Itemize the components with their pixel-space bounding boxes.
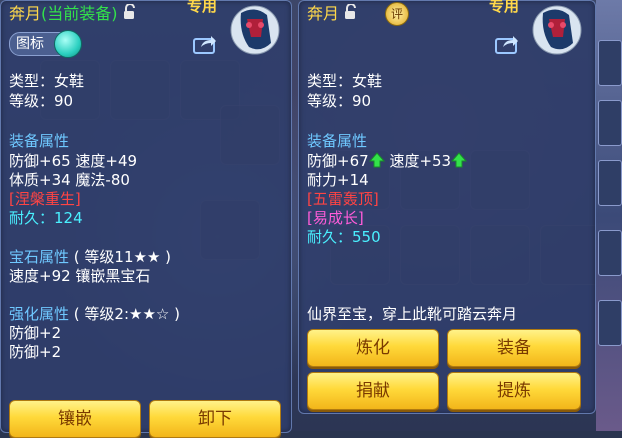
attr-line-1: 防御+65 速度+49 — [9, 152, 138, 170]
inlay-button[interactable]: 镶嵌 — [9, 400, 141, 438]
speed-value: 速度+53 — [389, 152, 452, 170]
extract-button[interactable]: 提炼 — [447, 372, 581, 410]
current-equipped-tag: (当前装备) — [41, 4, 118, 23]
item-level: 等级：90 — [307, 92, 372, 110]
enhance-heading: 强化属性 — [9, 305, 70, 323]
attr-line-2: 耐力+14 — [307, 171, 369, 189]
compare-item-panel: 奔月 评 专用 类型：女鞋 等级：90 装备属性 防御+67 速度+53 耐力+… — [298, 0, 596, 414]
arrow-up-icon — [450, 152, 468, 173]
durability: 耐久：550 — [307, 228, 381, 246]
gem-heading: 宝石属性 — [9, 248, 70, 266]
item-description: 仙界至宝，穿上此靴可踏云奔月 — [307, 305, 518, 323]
item-title: 奔月(当前装备) — [9, 3, 137, 25]
boots-item-icon — [227, 3, 283, 57]
gem-attr-row: 宝石属性 ( 等级11★★ ) — [9, 247, 171, 267]
gem-line: 速度+92 镶嵌黑宝石 — [9, 267, 151, 285]
arrow-up-icon — [368, 152, 385, 173]
durability: 耐久：124 — [9, 209, 83, 227]
refine-button[interactable]: 炼化 — [307, 329, 439, 367]
icon-toggle[interactable]: 图标 — [9, 30, 82, 58]
share-icon[interactable] — [193, 34, 217, 54]
special-effect: [五雷轰顶] — [307, 190, 379, 208]
share-icon[interactable] — [495, 34, 519, 54]
item-level: 等级：90 — [9, 92, 74, 110]
exclusive-label: 专用 — [489, 0, 520, 15]
gem-level: ( 等级11★★ ) — [73, 248, 172, 266]
donate-button[interactable]: 捐献 — [307, 372, 439, 410]
enhance-level: ( 等级2:★★☆ ) — [73, 305, 180, 323]
toggle-knob — [54, 30, 82, 58]
attr-heading: 装备属性 — [307, 132, 368, 150]
enhance-line-1: 防御+2 — [9, 324, 62, 342]
item-title: 奔月 — [307, 3, 358, 25]
enhance-attr-row: 强化属性 ( 等级2:★★☆ ) — [9, 304, 180, 324]
item-type: 类型：女鞋 — [9, 72, 85, 90]
enhance-line-2: 防御+2 — [9, 343, 62, 361]
item-name: 奔月 — [9, 4, 42, 23]
unlocked-icon[interactable] — [123, 3, 137, 25]
attr-heading: 装备属性 — [9, 132, 70, 150]
equip-button[interactable]: 装备 — [447, 329, 581, 367]
item-type: 类型：女鞋 — [307, 72, 383, 90]
equipped-item-panel: 奔月(当前装备) 专用 图标 类型：女鞋 等级：90 装备属性 防御+65 速度… — [0, 0, 292, 438]
appraise-badge: 评 — [385, 2, 409, 26]
item-name: 奔月 — [307, 4, 340, 23]
unlocked-icon[interactable] — [344, 3, 358, 25]
attr-line-2: 体质+34 魔法-80 — [9, 171, 130, 189]
icon-toggle-label: 图标 — [16, 36, 44, 52]
exclusive-label: 专用 — [187, 0, 218, 15]
unequip-button[interactable]: 卸下 — [149, 400, 281, 438]
special-trait: [易成长] — [307, 209, 364, 227]
boots-item-icon — [529, 3, 585, 57]
defense-value: 防御+67 — [307, 152, 369, 170]
appraise-badge-text: 评 — [390, 7, 403, 21]
right-edge-strip — [596, 0, 622, 431]
special-effect: [涅槃重生] — [9, 190, 81, 208]
